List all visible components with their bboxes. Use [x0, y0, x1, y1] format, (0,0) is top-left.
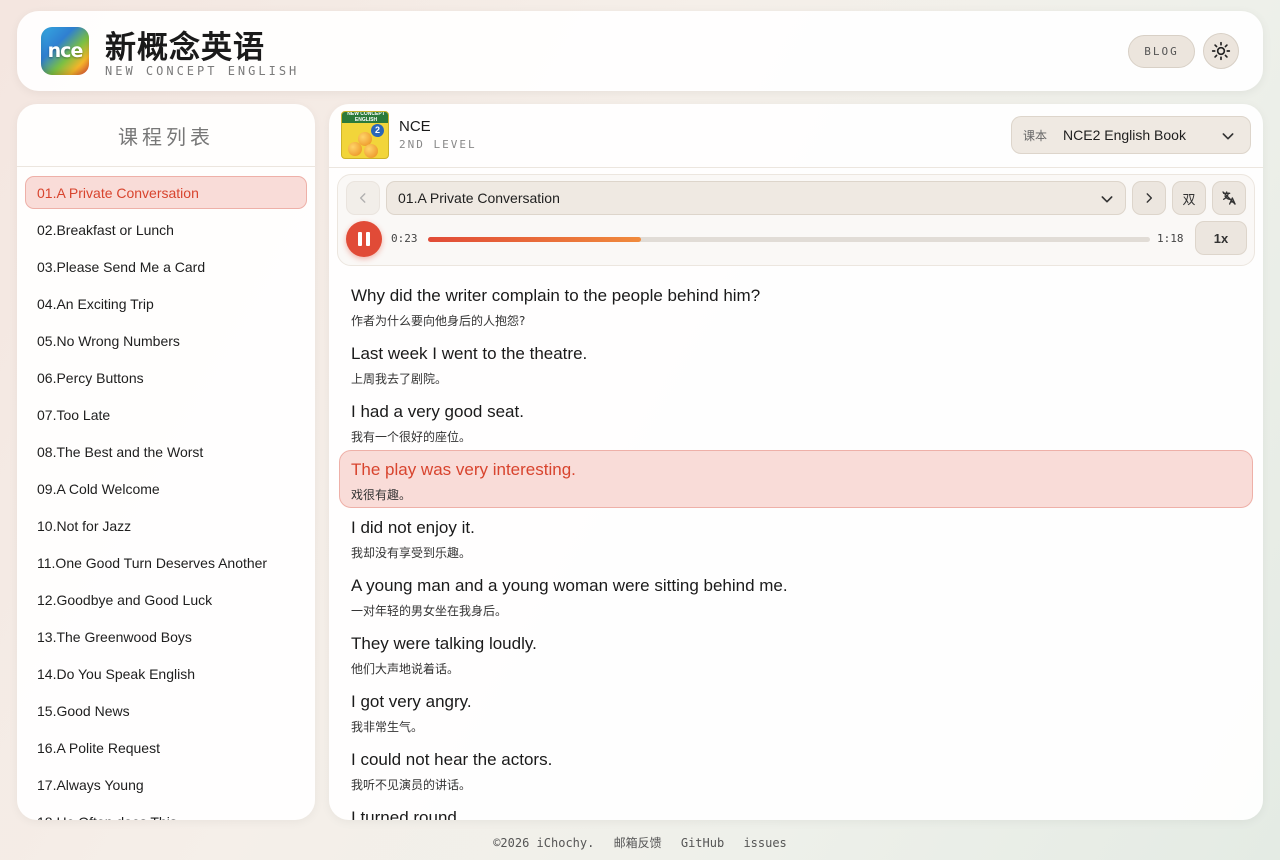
line-english: A young man and a young woman were sitti… [351, 576, 788, 595]
line-chinese: 一对年轻的男女坐在我身后。 [351, 604, 508, 618]
lesson-item[interactable]: 16.A Polite Request [25, 731, 307, 764]
lesson-item[interactable]: 01.A Private Conversation [25, 176, 307, 209]
line-english: I had a very good seat. [351, 402, 524, 421]
lesson-sidebar: 课程列表 01.A Private Conversation 02.Breakfa… [17, 104, 315, 820]
transcript-lines: Why did the writer complain to the peopl… [339, 276, 1253, 820]
app-title: 新概念英语 [105, 30, 265, 66]
lesson-item[interactable]: 17.Always Young [25, 768, 307, 801]
lesson-item[interactable]: 11.One Good Turn Deserves Another [25, 546, 307, 579]
lesson-item[interactable]: 14.Do You Speak English [25, 657, 307, 690]
line-english: I could not hear the actors. [351, 750, 553, 769]
book-cover-number: 2 [371, 124, 384, 137]
book-level: 2ND LEVEL [399, 138, 477, 151]
blog-button[interactable]: BLOG [1128, 35, 1195, 68]
line-english: The play was very interesting. [351, 460, 576, 479]
chevron-left-icon [359, 193, 366, 203]
transcript-line[interactable]: Why did the writer complain to the peopl… [339, 276, 1253, 334]
line-chinese: 我非常生气。 [351, 720, 424, 734]
lesson-item[interactable]: 08.The Best and the Worst [25, 435, 307, 468]
footer-link-issues[interactable]: issues [743, 836, 786, 850]
duration-time: 1:18 [1157, 232, 1184, 245]
transcript-line[interactable]: They were talking loudly. 他们大声地说着话。 [339, 624, 1253, 682]
line-chinese: 我有一个很好的座位。 [351, 430, 472, 444]
page-footer: ©2026 iChochy. 邮箱反馈 GitHub issues [0, 834, 1280, 851]
footer-copyright: ©2026 iChochy. [493, 836, 595, 850]
lesson-select-value: 01.A Private Conversation [398, 190, 560, 206]
transcript-line[interactable]: A young man and a young woman were sitti… [339, 566, 1253, 624]
translate-off-icon [1222, 191, 1236, 205]
bilingual-toggle-button[interactable]: 双 [1172, 181, 1206, 215]
sun-icon [1211, 41, 1231, 61]
chevron-down-icon [1222, 133, 1234, 140]
transcript-line[interactable]: The play was very interesting. 戏很有趣。 [339, 450, 1253, 508]
lesson-item[interactable]: 10.Not for Jazz [25, 509, 307, 542]
pause-icon [358, 232, 362, 246]
lesson-item[interactable]: 04.An Exciting Trip [25, 287, 307, 320]
app-logo: nce [41, 27, 89, 75]
line-chinese: 他们大声地说着话。 [351, 662, 460, 676]
lesson-item[interactable]: 07.Too Late [25, 398, 307, 431]
pause-button[interactable] [346, 221, 382, 257]
chevron-down-icon [1101, 196, 1113, 203]
footer-link-email[interactable]: 邮箱反馈 [614, 836, 662, 850]
main-panel: NEW CONCEPT ENGLISH 2 NCE 2ND LEVEL 课本 N… [329, 104, 1263, 820]
transcript-line[interactable]: I could not hear the actors. 我听不见演员的讲话。 [339, 740, 1253, 798]
line-english: They were talking loudly. [351, 634, 537, 653]
app-subtitle: NEW CONCEPT ENGLISH [105, 64, 300, 78]
line-english: Why did the writer complain to the peopl… [351, 286, 761, 305]
book-header: NEW CONCEPT ENGLISH 2 NCE 2ND LEVEL 课本 N… [329, 104, 1263, 168]
lesson-item[interactable]: 12.Goodbye and Good Luck [25, 583, 307, 616]
cover-ball-graphic [364, 144, 378, 158]
prev-lesson-button[interactable] [346, 181, 380, 215]
lesson-item[interactable]: 02.Breakfast or Lunch [25, 213, 307, 246]
line-english: I turned round. [351, 808, 462, 820]
line-chinese: 作者为什么要向他身后的人抱怨? [351, 314, 526, 328]
line-chinese: 戏很有趣。 [351, 488, 412, 502]
transcript-line[interactable]: Last week I went to the theatre. 上周我去了剧院。 [339, 334, 1253, 392]
book-cover-band: NEW CONCEPT ENGLISH [342, 112, 388, 123]
book-select-label: 课本 [1023, 128, 1048, 143]
book-name: NCE [399, 118, 431, 135]
transcript-line[interactable]: I did not enjoy it. 我却没有享受到乐趣。 [339, 508, 1253, 566]
playback-speed-button[interactable]: 1x [1195, 221, 1247, 255]
sidebar-title: 课程列表 [17, 104, 315, 167]
audio-player: 01.A Private Conversation 双 0:23 1:18 1x [337, 174, 1255, 266]
lesson-item[interactable]: 15.Good News [25, 694, 307, 727]
chevron-right-icon [1146, 193, 1153, 203]
book-cover: NEW CONCEPT ENGLISH 2 [341, 111, 389, 159]
lesson-item[interactable]: 03.Please Send Me a Card [25, 250, 307, 283]
transcript-line[interactable]: I had a very good seat. 我有一个很好的座位。 [339, 392, 1253, 450]
book-select-value: NCE2 English Book [1063, 127, 1186, 143]
progress-bar[interactable] [428, 237, 1150, 242]
lesson-list: 01.A Private Conversation 02.Breakfast or… [17, 167, 315, 820]
lesson-item[interactable]: 18.He Often does This [25, 805, 307, 821]
current-time: 0:23 [391, 232, 418, 245]
transcript-line[interactable]: I turned round. [339, 798, 1253, 820]
lesson-item[interactable]: 05.No Wrong Numbers [25, 324, 307, 357]
progress-fill [428, 237, 641, 242]
line-english: I did not enjoy it. [351, 518, 475, 537]
footer-link-github[interactable]: GitHub [681, 836, 724, 850]
line-english: I got very angry. [351, 692, 472, 711]
theme-toggle-button[interactable] [1203, 33, 1239, 69]
translate-toggle-button[interactable] [1212, 181, 1246, 215]
lesson-item[interactable]: 09.A Cold Welcome [25, 472, 307, 505]
lesson-item[interactable]: 06.Percy Buttons [25, 361, 307, 394]
app-header: nce 新概念英语 NEW CONCEPT ENGLISH BLOG [17, 11, 1263, 91]
book-select[interactable]: 课本 NCE2 English Book [1011, 116, 1251, 154]
line-english: Last week I went to the theatre. [351, 344, 588, 363]
lesson-select[interactable]: 01.A Private Conversation [386, 181, 1126, 215]
next-lesson-button[interactable] [1132, 181, 1166, 215]
pause-icon [366, 232, 370, 246]
line-chinese: 我听不见演员的讲话。 [351, 778, 472, 792]
line-chinese: 我却没有享受到乐趣。 [351, 546, 472, 560]
lesson-item[interactable]: 13.The Greenwood Boys [25, 620, 307, 653]
cover-ball-graphic [348, 142, 362, 156]
logo-text: nce [47, 40, 84, 62]
transcript-line[interactable]: I got very angry. 我非常生气。 [339, 682, 1253, 740]
line-chinese: 上周我去了剧院。 [351, 372, 448, 386]
